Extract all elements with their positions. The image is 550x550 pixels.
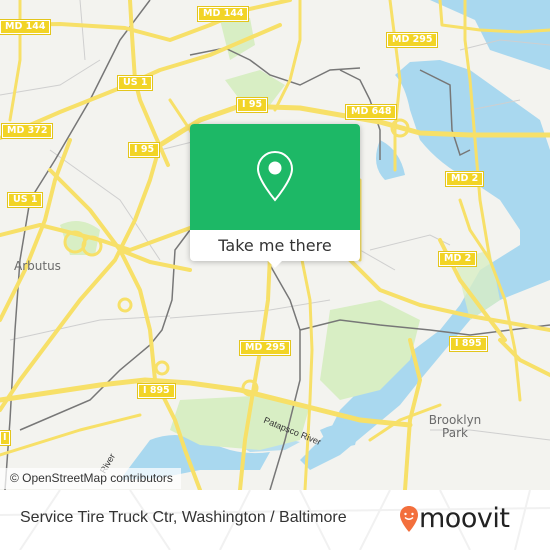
highway-shield: I 895 (137, 383, 176, 399)
take-me-there-button[interactable]: Take me there (190, 230, 360, 261)
highway-shield: I 95 (235, 97, 269, 113)
place-label: Arbutus (14, 259, 61, 273)
location-pin-icon (256, 150, 294, 202)
highway-shield: I (0, 430, 11, 446)
highway-shield: MD 295 (238, 340, 292, 356)
map-attribution[interactable]: © OpenStreetMap contributors (0, 468, 181, 489)
place-label: Brooklyn Park (428, 413, 482, 440)
moovit-pin-icon (400, 506, 418, 532)
highway-shield: MD 2 (437, 251, 478, 267)
popup-header[interactable] (190, 124, 360, 230)
highway-shield: US 1 (116, 75, 154, 91)
highway-shield: MD 2 (444, 171, 485, 187)
location-title: Service Tire Truck Ctr, Washington / Bal… (20, 509, 347, 526)
highway-shield: MD 295 (385, 32, 439, 48)
popup-pointer (268, 261, 282, 268)
highway-shield: I 95 (127, 142, 161, 158)
location-popup[interactable]: Take me there (190, 124, 360, 268)
moovit-wordmark: moovit (419, 503, 510, 534)
footer-bar: Service Tire Truck Ctr, Washington / Bal… (0, 490, 550, 550)
highway-shield: I 895 (449, 336, 488, 352)
highway-shield: MD 372 (0, 123, 54, 139)
highway-shield: MD 144 (196, 6, 250, 22)
highway-shield: MD 648 (344, 104, 398, 120)
map-view[interactable]: MD 144 MD 144 MD 295 US 1 I 95 MD 648 MD… (0, 0, 550, 490)
highway-shield: MD 144 (0, 19, 52, 35)
highway-shield: US 1 (6, 192, 44, 208)
